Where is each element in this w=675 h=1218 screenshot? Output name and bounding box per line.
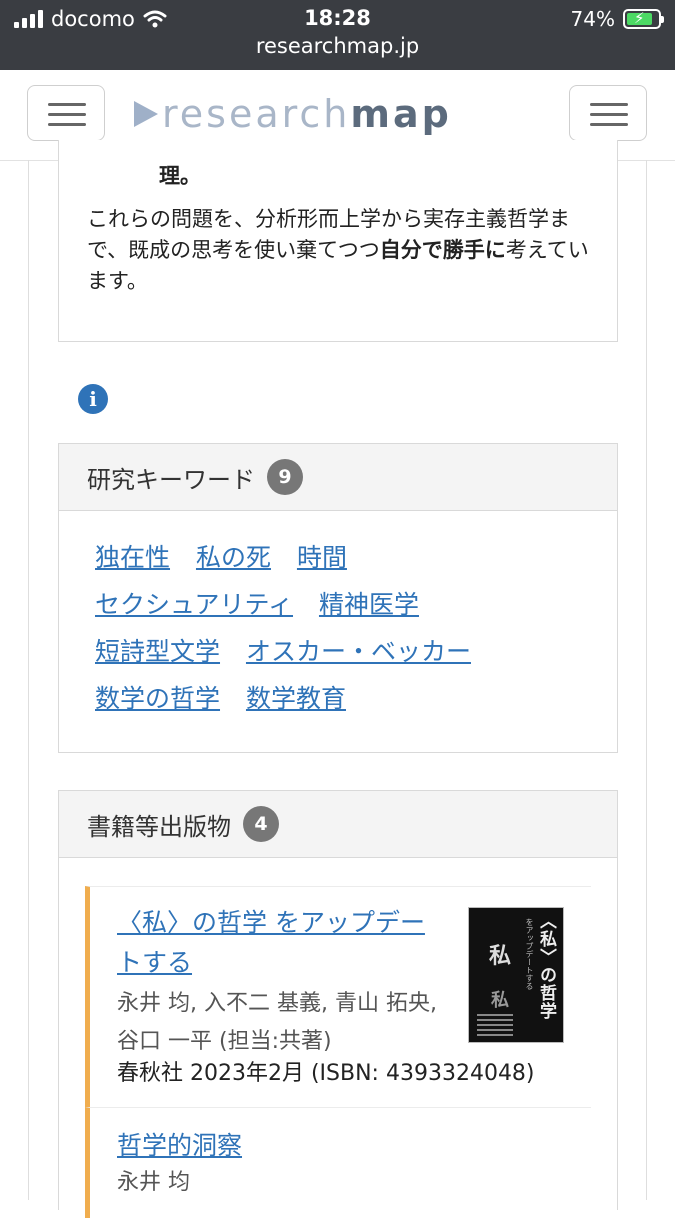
keyword-link[interactable]: 数学の哲学 bbox=[95, 684, 220, 713]
book-authors: 永井 均 bbox=[117, 1170, 190, 1195]
logo-research-text: research bbox=[162, 92, 351, 136]
books-count-badge: 4 bbox=[243, 806, 279, 842]
profile-intro-panel: 理。 これらの問題を、分析形而上学から実存主義哲学まで、既成の思考を使い棄てつつ… bbox=[58, 140, 618, 342]
book-title-link[interactable]: 〈私〉の哲学 をアップデートする bbox=[117, 903, 437, 983]
keywords-panel: 研究キーワード 9 独在性 私の死 時間 セクシュアリティ 精神医学 短詩型文学… bbox=[58, 443, 618, 753]
intro-bold-text: 自分で勝手に bbox=[379, 238, 506, 262]
battery-icon: ⚡ bbox=[623, 9, 664, 29]
keywords-header: 研究キーワード 9 bbox=[59, 444, 617, 511]
keyword-link[interactable]: 時間 bbox=[297, 543, 347, 572]
keyword-link[interactable]: セクシュアリティ bbox=[95, 590, 293, 619]
keyword-link[interactable]: オスカー・ベッカー bbox=[246, 637, 471, 666]
cover-subtitle: をアップデートする bbox=[525, 918, 534, 990]
site-logo[interactable]: researchmap bbox=[134, 94, 452, 134]
cover-pattern bbox=[477, 1014, 513, 1036]
intro-paragraph: これらの問題を、分析形而上学から実存主義哲学まで、既成の思考を使い棄てつつ自分で… bbox=[87, 204, 593, 297]
cover-glyph: 私 bbox=[489, 944, 512, 969]
info-icon[interactable]: i bbox=[78, 384, 108, 414]
logo-play-icon bbox=[134, 101, 158, 127]
keyword-link[interactable]: 私の死 bbox=[196, 543, 271, 572]
keywords-count-badge: 9 bbox=[267, 459, 303, 495]
battery-percent: 74% bbox=[570, 7, 615, 31]
books-header: 書籍等出版物 4 bbox=[59, 791, 617, 858]
book-item: 〈私〉の哲学 をアップデートする 永井 均, 入不二 基義, 青山 拓央, 谷口… bbox=[85, 886, 591, 1108]
intro-text-top: 理。 bbox=[159, 164, 201, 188]
battery-area: 74% ⚡ bbox=[570, 6, 664, 32]
logo-map-text: map bbox=[350, 92, 452, 136]
keyword-list: 独在性 私の死 時間 セクシュアリティ 精神医学 短詩型文学 オスカー・ベッカー… bbox=[95, 538, 595, 726]
keyword-link[interactable]: 精神医学 bbox=[319, 590, 419, 619]
book-authors: 永井 均, 入不二 基義, 青山 拓央, 谷口 一平 (担当:共著) bbox=[117, 991, 437, 1054]
book-publisher: 春秋社 2023年2月 (ISBN: 4393324048) bbox=[117, 1061, 535, 1086]
books-title: 書籍等出版物 bbox=[87, 812, 231, 841]
hamburger-icon bbox=[48, 103, 86, 133]
keyword-link[interactable]: 独在性 bbox=[95, 543, 170, 572]
frame-left bbox=[0, 160, 29, 1200]
book-cover-image[interactable]: 〈私〉の哲学 をアップデートする 私 私 bbox=[468, 907, 564, 1043]
book-title-link[interactable]: 哲学的洞察 bbox=[117, 1126, 437, 1166]
book-item: 哲学的洞察 永井 均 bbox=[85, 1108, 591, 1218]
right-menu-button[interactable] bbox=[569, 85, 647, 141]
keyword-link[interactable]: 短詩型文学 bbox=[95, 637, 220, 666]
books-panel: 書籍等出版物 4 〈私〉の哲学 をアップデートする 永井 均, 入不二 基義, … bbox=[58, 790, 618, 1218]
cover-title: 〈私〉の哲学 bbox=[536, 912, 556, 1020]
keywords-title: 研究キーワード bbox=[87, 465, 255, 494]
left-menu-button[interactable] bbox=[27, 85, 105, 141]
frame-right bbox=[646, 160, 675, 1200]
status-bar: docomo 18:28 74% ⚡ researchmap.jp bbox=[0, 0, 675, 70]
keyword-link[interactable]: 数学教育 bbox=[246, 684, 346, 713]
cover-glyph: 私 bbox=[491, 990, 509, 1011]
hamburger-icon bbox=[590, 103, 628, 133]
url-bar[interactable]: researchmap.jp bbox=[0, 34, 675, 58]
